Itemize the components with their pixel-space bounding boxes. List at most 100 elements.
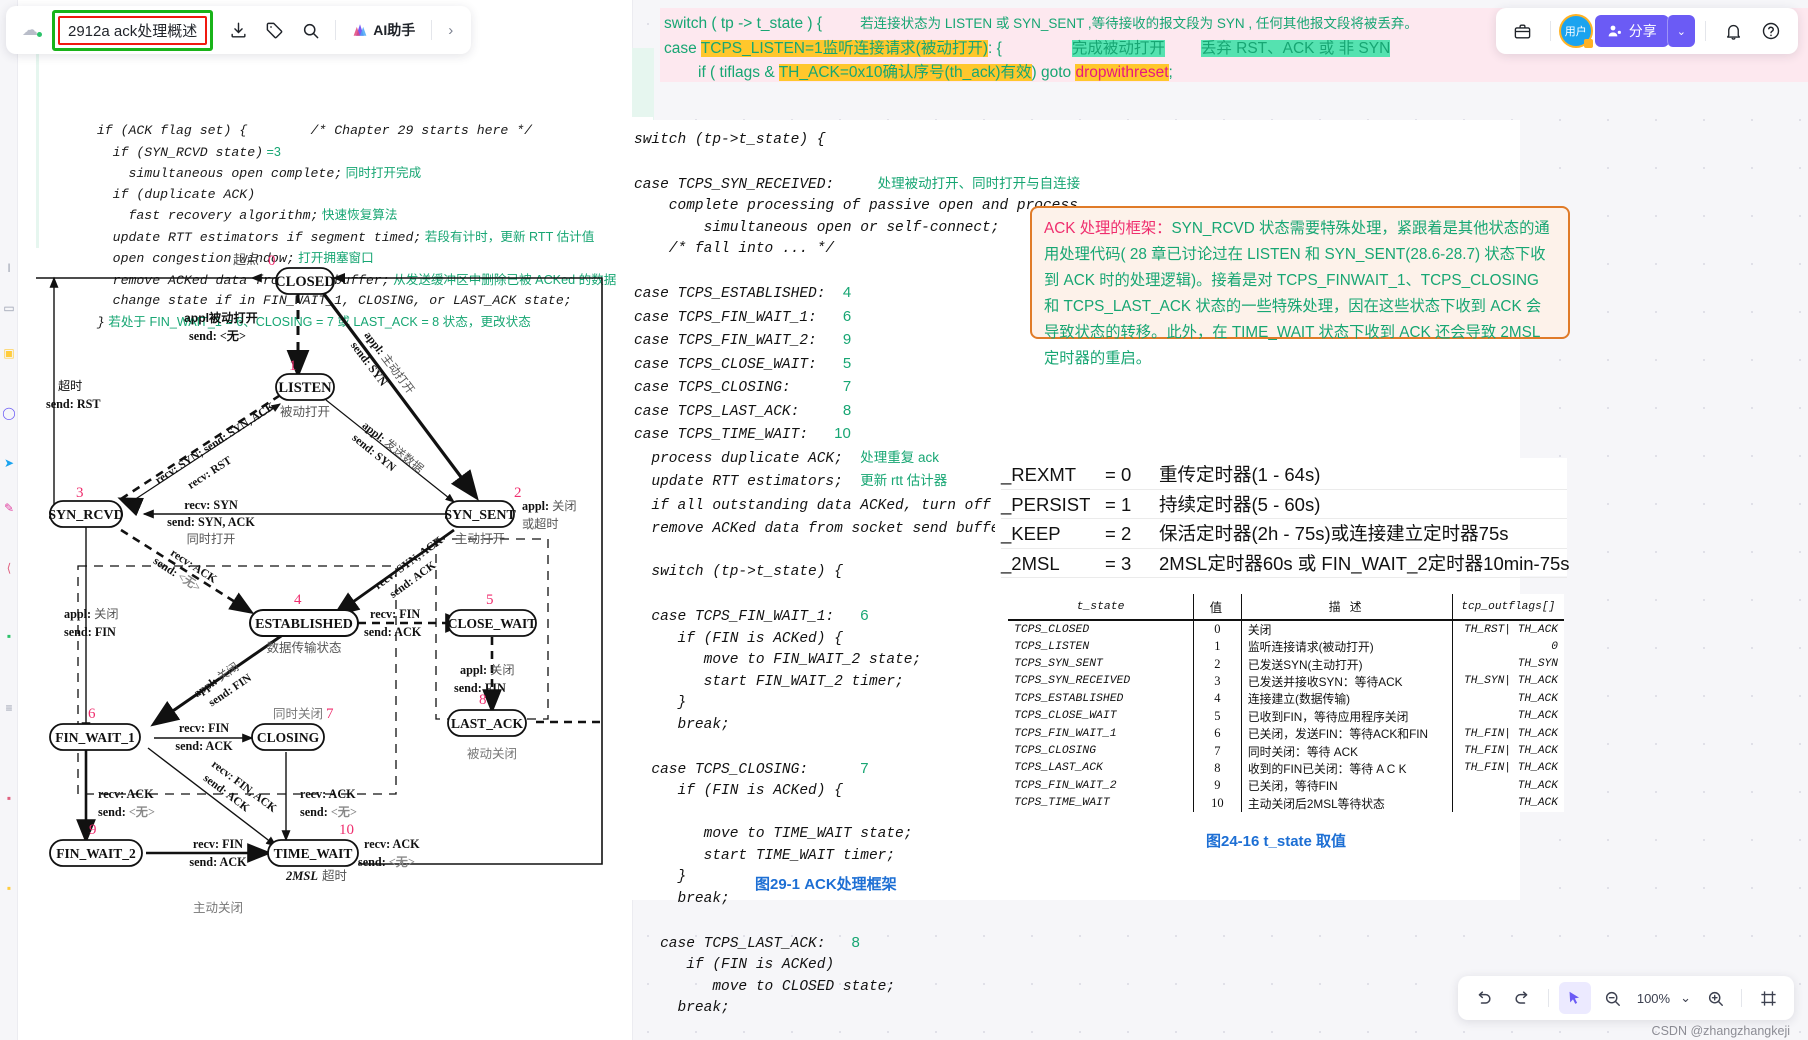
frame-fit-button[interactable] xyxy=(1752,982,1784,1014)
state-node-closed: CLOSED xyxy=(275,274,335,290)
avatar-label: 用户 xyxy=(1564,26,1587,38)
avatar-badge xyxy=(1583,39,1593,48)
timer-row: _REXMT = 0 重传定时器(1 - 64s) xyxy=(1001,460,1567,490)
cell-state: TCPS_ESTABLISHED xyxy=(1014,692,1124,705)
svg-text:send: ACK: send: ACK xyxy=(189,855,247,869)
bottom-toolbar-divider-2 xyxy=(1741,989,1742,1007)
cell-value: 7 xyxy=(1193,742,1242,760)
table-row: TCPS_CLOSED 0 关闭 TH_RST| TH_ACK xyxy=(1008,620,1564,638)
zoom-in-button[interactable] xyxy=(1699,982,1731,1014)
notifications-button[interactable] xyxy=(1716,14,1750,48)
svg-text:或超时: 或超时 xyxy=(522,516,559,531)
tstate-table: t_state 值描 述 tcp_outflags[] TCPS_CLOSED 0 关闭… xyxy=(1008,594,1564,812)
svg-text:send: ACK: send: ACK xyxy=(175,739,233,753)
cell-value: 4 xyxy=(1193,690,1242,708)
svg-text:send: FIN: send: FIN xyxy=(454,681,506,695)
share-label: 分享 xyxy=(1628,23,1657,39)
pink-line3-mid: ) goto xyxy=(1031,64,1072,81)
zoom-dropdown-caret-icon[interactable]: ⌄ xyxy=(1678,990,1693,1006)
zoom-out-button[interactable] xyxy=(1597,982,1629,1014)
left-tool-rail: I ▭ ▣ ◯ ➤ ✎ ⟨ ▪ ≡ ▪ ▪ xyxy=(0,0,18,1040)
svg-text:recv: ACK: recv: ACK xyxy=(98,787,154,801)
document-title-box[interactable]: 2912a ack处理概述 xyxy=(58,15,208,45)
th-value: 值 xyxy=(1193,594,1242,621)
rail-sticky-icon[interactable]: ▣ xyxy=(1,345,17,361)
redo-button[interactable] xyxy=(1506,982,1538,1014)
table-row: TCPS_ESTABLISHED 4 连接建立(数据传输) TH_ACK xyxy=(1008,690,1564,708)
cell-outflags: TH_FIN| TH_ACK xyxy=(1451,742,1564,760)
toolbar-divider-3 xyxy=(1549,21,1551,41)
cell-outflags: 0 xyxy=(1451,638,1564,656)
cell-state: TCPS_TIME_WAIT xyxy=(1014,797,1110,810)
table-row: TCPS_FIN_WAIT_1 6 已关闭，发送FIN：等待ACK和FIN TH_FI… xyxy=(1008,724,1564,743)
share-user-icon xyxy=(1608,25,1621,37)
caption-fig-24-16: 图24-16 t_state 取值 xyxy=(1206,833,1347,850)
rail-list-icon[interactable]: ≡ xyxy=(1,700,17,716)
rail-pointer-icon[interactable]: ➤ xyxy=(1,455,17,471)
note-body: SYN_RCVD 状态需要特殊处理，紧跟着是其他状态的通用处理代码( 28 章已… xyxy=(1044,220,1550,367)
cell-outflags: TH_RST| TH_ACK xyxy=(1451,620,1564,638)
rail-text-icon[interactable]: I xyxy=(1,260,17,276)
pink-line2-case: case xyxy=(664,39,697,57)
share-button[interactable]: 分享 xyxy=(1594,15,1669,47)
svg-text:2MSL: 2MSL xyxy=(285,869,318,883)
cell-description: 已关闭，发送FIN：等待ACK和FIN xyxy=(1240,724,1453,743)
svg-text:2: 2 xyxy=(514,485,522,501)
state-node-closing: CLOSING xyxy=(257,730,320,745)
cell-state: TCPS_LISTEN xyxy=(1014,640,1090,653)
cell-state: TCPS_CLOSING xyxy=(1014,745,1097,758)
svg-text:4: 4 xyxy=(294,592,302,608)
svg-text:send: SYN, ACK: send: SYN, ACK xyxy=(167,515,255,529)
ai-assistant-label: AI助手 xyxy=(373,22,416,38)
timer-value: = 1 xyxy=(1105,493,1132,515)
svg-text:超时: 超时 xyxy=(58,378,82,393)
svg-text:send: FIN: send: FIN xyxy=(64,625,116,639)
share-dropdown-caret[interactable]: ⌄ xyxy=(1666,15,1695,47)
svg-text:recv: ACK: recv: ACK xyxy=(300,787,356,801)
undo-button[interactable] xyxy=(1468,982,1500,1014)
svg-text:同时打开: 同时打开 xyxy=(187,532,236,546)
note-title: ACK 处理的框架： xyxy=(1044,220,1172,237)
svg-text:appl被动打开: appl被动打开 xyxy=(184,310,258,325)
download-button[interactable] xyxy=(221,13,255,47)
ai-assistant-button[interactable]: AI助手 xyxy=(344,14,423,46)
timer-row: _KEEP = 2 保活定时器(2h - 75s)或连接建立定时器75s xyxy=(1001,519,1567,549)
document-title-highlight: 2912a ack处理概述 xyxy=(52,9,214,51)
cloud-saved-icon: ☁ xyxy=(16,20,44,40)
cursor-tool-button[interactable] xyxy=(1558,982,1591,1014)
svg-text:send: <无>: send: <无> xyxy=(300,805,357,819)
svg-text:超时: 超时 xyxy=(322,868,348,883)
cell-state: TCPS_LAST_ACK xyxy=(1014,762,1103,775)
state-node-listen: LISTEN xyxy=(278,380,332,396)
rail-bracket-icon[interactable]: ⟨ xyxy=(1,560,17,576)
cell-description: 同时关闭：等待 ACK xyxy=(1240,742,1453,760)
tag-button[interactable] xyxy=(257,13,291,47)
top-right-toolbar: 用户 分享 ⌄ xyxy=(1495,8,1798,54)
help-button[interactable] xyxy=(1754,14,1788,48)
cell-description: 主动关闭后2MSL等待状态 xyxy=(1240,794,1453,812)
rail-pen-icon[interactable]: ✎ xyxy=(1,500,17,516)
rail-pink-icon[interactable]: ▪ xyxy=(1,790,17,806)
top-left-toolbar: ☁ 2912a ack处理概述 AI助手 › xyxy=(6,6,472,54)
briefcase-button[interactable] xyxy=(1506,14,1540,48)
state-node-fin-wait-1: FIN_WAIT_1 xyxy=(55,730,135,745)
pink-line2-green1: 完成被动打开 xyxy=(1071,39,1165,57)
table-header-row: t_state 值描 述 tcp_outflags[] xyxy=(1008,594,1564,621)
svg-text:被动关闭: 被动关闭 xyxy=(467,747,517,761)
zoom-level[interactable]: 100% xyxy=(1635,991,1672,1006)
state-node-fin-wait-2: FIN_WAIT_2 xyxy=(56,846,136,861)
avatar[interactable]: 用户 xyxy=(1560,16,1593,48)
cell-description: 关闭 xyxy=(1240,620,1453,638)
svg-text:同时关闭: 同时关闭 xyxy=(273,707,323,721)
rail-shape-icon[interactable]: ▭ xyxy=(1,300,17,316)
rail-circle-icon[interactable]: ◯ xyxy=(1,405,17,421)
rail-green-icon[interactable]: ▪ xyxy=(1,628,17,644)
caption-fig-29-1: 图29-1 ACK处理框架 xyxy=(755,876,897,893)
svg-text:主动关闭: 主动关闭 xyxy=(193,901,243,915)
rail-yellow-icon[interactable]: ▪ xyxy=(1,880,17,896)
pink-line1-cn: 若连接状态为 LISTEN 或 SYN_SENT ,等待接收的报文段为 SYN … xyxy=(860,16,1418,31)
search-button[interactable] xyxy=(293,13,327,47)
toolbar-more-chevron-icon[interactable]: › xyxy=(440,22,461,39)
cell-value: 2 xyxy=(1193,655,1242,673)
table-row: TCPS_LAST_ACK 8 收到的FIN已关闭：等待 A C K TH_FIN| … xyxy=(1008,759,1564,778)
